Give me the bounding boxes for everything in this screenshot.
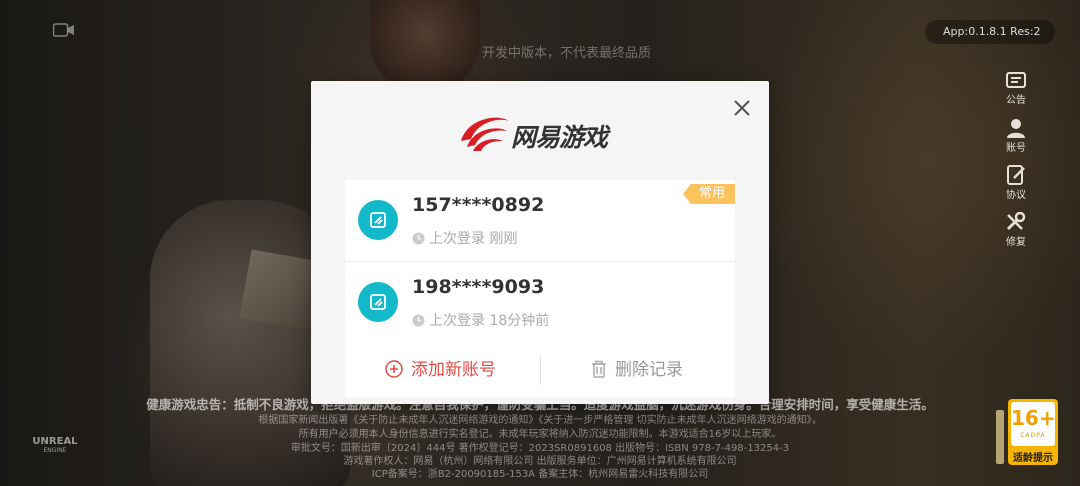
trash-icon [592,360,606,378]
close-icon[interactable] [732,98,752,118]
age-rating-caption: 适龄提示 [1013,453,1053,464]
age-rating-badge[interactable]: 16+ CADPA 适龄提示 [1008,399,1058,465]
age-rating-org: CADPA [1020,432,1046,439]
version-badge: App:0.1.8.1 Res:2 [925,20,1055,44]
age-rating-box: 16+ CADPA [1011,402,1056,446]
engine-sub: ENGINE [43,447,67,454]
phone-account-icon [358,282,398,322]
phone-account-icon [358,200,398,240]
last-login-text: 上次登录 刚刚 [429,231,518,247]
netease-swirl-icon [461,117,509,151]
add-account-button[interactable]: 添加新账号 [385,343,496,397]
add-account-label: 添加新账号 [411,360,496,380]
last-login-text: 上次登录 18分钟前 [429,313,550,329]
clock-icon [412,232,425,245]
age-rating-number: 16+ [1011,406,1056,430]
sidebar-item-label: 协议 [1006,190,1026,201]
user-icon [1007,119,1025,138]
sidebar-item-agreement[interactable]: 协议 [998,165,1034,201]
account-list: 157****0892 上次登录 刚刚 常用 198****9093 上次登录 … [345,180,735,344]
last-login: 上次登录 刚刚 [412,228,517,248]
repair-icon [1006,212,1026,231]
engine-name: UNREAL [32,436,78,447]
frequent-tag: 常用 [682,184,735,204]
account-item[interactable]: 198****9093 上次登录 18分钟前 [345,262,735,344]
age-badge-tab [996,410,1004,464]
account-item[interactable]: 157****0892 上次登录 刚刚 常用 [345,180,735,262]
dev-version-notice: 开发中版本，不代表最终品质 [482,46,652,61]
sidebar-item-label: 修复 [1006,237,1026,248]
account-phone: 198****9093 [412,276,545,298]
unreal-engine-logo: UNREAL ENGINE [25,420,85,454]
netease-games-logo: 网易游戏 [457,111,627,153]
delete-record-button[interactable]: 删除记录 [591,343,683,397]
divider [540,355,541,385]
brand-name: 网易游戏 [511,123,608,152]
sidebar-item-label: 公告 [1006,95,1026,106]
camera-icon[interactable] [53,22,75,38]
sidebar-item-repair[interactable]: 修复 [998,212,1034,248]
sidebar-item-label: 账号 [1006,143,1026,154]
sidebar-item-account[interactable]: 账号 [998,118,1034,154]
delete-record-label: 删除记录 [615,360,683,380]
last-login: 上次登录 18分钟前 [412,310,549,330]
icp-info: ICP备案号：浙B2-20090185-153A 备案主体：杭州网易雷火科技有限… [371,469,709,480]
plus-circle-icon [385,360,403,378]
account-actions: 添加新账号 删除记录 [345,343,735,397]
announcement-icon [1006,72,1026,88]
clock-icon [412,314,425,327]
realname-notice: 所有用户必须用本人身份信息进行实名登记。未成年玩家将纳入防沉迷功能限制。本游戏适… [298,429,782,440]
regulation-notice: 根据国家新闻出版署《关于防止未成年人沉迷网络游戏的通知》《关于进一步严格管理 切… [258,415,822,426]
agreement-icon [1007,165,1025,185]
account-phone: 157****0892 [412,194,545,216]
account-select-dialog: 网易游戏 157****0892 上次登录 刚刚 常用 198****9093 … [311,81,769,404]
sidebar-item-announcement[interactable]: 公告 [998,70,1034,106]
